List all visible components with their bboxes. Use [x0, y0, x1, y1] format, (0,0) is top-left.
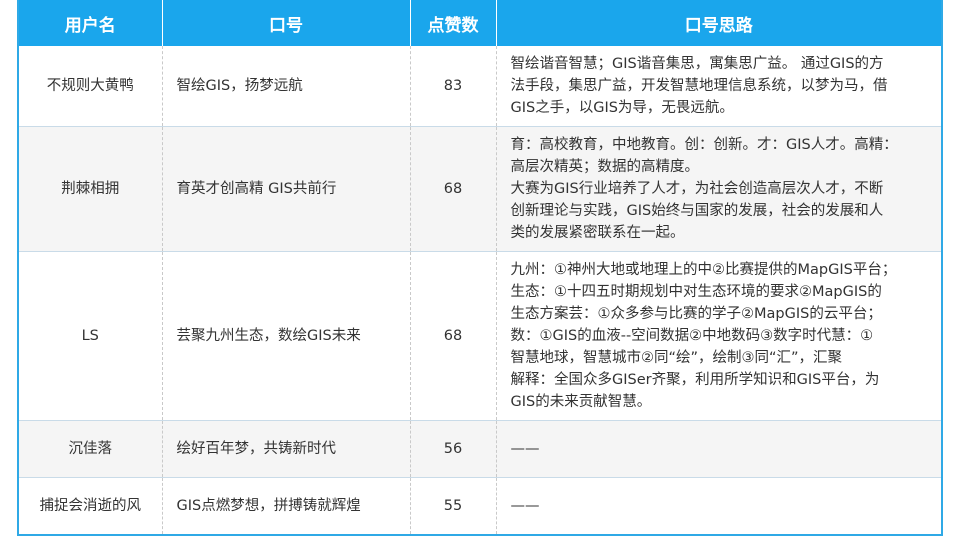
header-username: 用户名 [19, 0, 163, 46]
slogan-table: 用户名 口号 点赞数 口号思路 不规则大黄鸭 智绘GIS，扬梦远航 83 智绘谐… [19, 0, 941, 534]
cell-username: 沉佳落 [19, 420, 163, 478]
header-slogan: 口号 [162, 0, 411, 46]
cell-slogan-idea: —— [496, 477, 941, 534]
idea-line: 智绘谐音智慧；GIS谐音集思，寓集思广益。 通过GIS的方 [510, 55, 884, 72]
cell-likes: 56 [410, 420, 497, 478]
cell-slogan-idea: —— [496, 420, 941, 478]
cell-username: 不规则大黄鸭 [19, 46, 163, 127]
cell-username: 荆棘相拥 [19, 126, 163, 252]
table-row: 捕捉会消逝的风 GIS点燃梦想，拼搏铸就辉煌 55 —— [19, 477, 941, 534]
idea-line: 九州：①神州大地或地理上的中②比赛提供的MapGIS平台； [510, 261, 897, 278]
cell-username: LS [19, 251, 163, 421]
idea-line: —— [510, 497, 540, 514]
table-header-row: 用户名 口号 点赞数 口号思路 [19, 0, 941, 46]
cell-likes: 83 [410, 46, 497, 127]
cell-slogan: 育英才创高精 GIS共前行 [162, 126, 411, 252]
idea-line: GIS之手，以GIS为导，无畏远航。 [510, 99, 734, 116]
idea-line: 解释：全国众多GISer齐聚，利用所学知识和GIS平台，为 [510, 371, 880, 388]
cell-slogan: 智绘GIS，扬梦远航 [162, 46, 411, 127]
table-row: 不规则大黄鸭 智绘GIS，扬梦远航 83 智绘谐音智慧；GIS谐音集思，寓集思广… [19, 46, 941, 127]
header-slogan-idea: 口号思路 [496, 0, 941, 46]
idea-line: 生态方案芸：①众多参与比赛的学子②MapGIS的云平台； [510, 305, 882, 322]
cell-likes: 55 [410, 477, 497, 534]
cell-slogan: GIS点燃梦想，拼搏铸就辉煌 [162, 477, 411, 534]
table-row: LS 芸聚九州生态，数绘GIS未来 68 九州：①神州大地或地理上的中②比赛提供… [19, 251, 941, 421]
cell-slogan: 绘好百年梦，共铸新时代 [162, 420, 411, 478]
table-row: 沉佳落 绘好百年梦，共铸新时代 56 —— [19, 420, 941, 478]
idea-line: GIS的未来贡献智慧。 [510, 393, 652, 410]
table-row: 荆棘相拥 育英才创高精 GIS共前行 68 育：高校教育，中地教育。创：创新。才… [19, 126, 941, 252]
idea-line: 大赛为GIS行业培养了人才，为社会创造高层次人才，不断 [510, 180, 884, 197]
header-likes: 点赞数 [410, 0, 497, 46]
idea-line: 创新理论与实践，GIS始终与国家的发展，社会的发展和人 [510, 202, 884, 219]
idea-line: 类的发展紧密联系在一起。 [510, 224, 685, 241]
idea-line: 法手段，集思广益，开发智慧地理信息系统，以梦为马，借 [510, 77, 888, 94]
cell-slogan-idea: 育：高校教育，中地教育。创：创新。才：GIS人才。高精： 高层次精英；数据的高精… [496, 126, 941, 252]
cell-slogan-idea: 智绘谐音智慧；GIS谐音集思，寓集思广益。 通过GIS的方 法手段，集思广益，开… [496, 46, 941, 127]
idea-line: 数：①GIS的血液--空间数据②中地数码③数字时代慧：① [510, 327, 874, 344]
idea-line: 高层次精英；数据的高精度。 [510, 158, 700, 175]
idea-line: 智慧地球，智慧城市②同“绘”，绘制③同“汇”，汇聚 [510, 349, 843, 366]
cell-likes: 68 [410, 126, 497, 252]
idea-line: 生态：①十四五时期规划中对生态环境的要求②MapGIS的 [510, 283, 882, 300]
slogan-table-frame: 用户名 口号 点赞数 口号思路 不规则大黄鸭 智绘GIS，扬梦远航 83 智绘谐… [17, 0, 943, 536]
cell-slogan-idea: 九州：①神州大地或地理上的中②比赛提供的MapGIS平台； 生态：①十四五时期规… [496, 251, 941, 421]
idea-line: —— [510, 440, 540, 457]
cell-username: 捕捉会消逝的风 [19, 477, 163, 534]
cell-likes: 68 [410, 251, 497, 421]
cell-slogan: 芸聚九州生态，数绘GIS未来 [162, 251, 411, 421]
idea-line: 育：高校教育，中地教育。创：创新。才：GIS人才。高精： [510, 136, 898, 153]
